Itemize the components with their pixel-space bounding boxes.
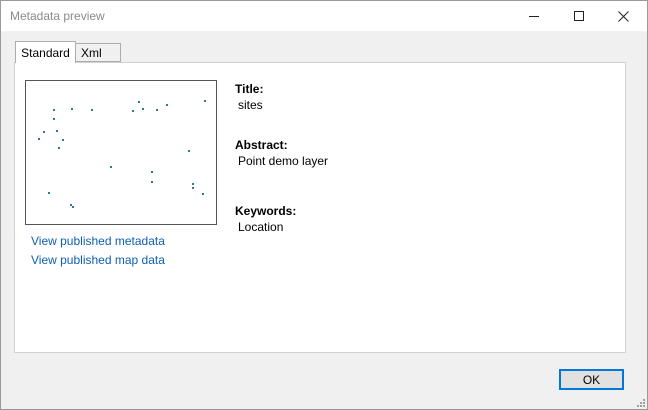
map-point <box>56 130 58 132</box>
map-point <box>132 110 134 112</box>
abstract-value: Point demo layer <box>238 154 329 168</box>
map-preview-thumbnail <box>25 80 217 225</box>
minimize-button[interactable] <box>511 1 556 31</box>
map-point <box>110 166 112 168</box>
keywords-label: Keywords: <box>235 204 297 218</box>
metadata-preview-window: Metadata preview Standard Xml View publi… <box>0 0 648 410</box>
map-point <box>43 131 45 133</box>
map-point <box>188 150 190 152</box>
map-point <box>72 206 74 208</box>
map-point <box>204 100 206 102</box>
title-label: Title: <box>235 82 264 96</box>
resize-grip-icon[interactable] <box>635 397 645 407</box>
map-point <box>53 118 55 120</box>
view-published-metadata-link[interactable]: View published metadata <box>31 234 165 248</box>
keywords-value: Location <box>238 220 284 234</box>
minimize-icon <box>528 15 539 17</box>
map-point <box>38 138 40 140</box>
map-point <box>53 109 55 111</box>
map-point <box>156 109 158 111</box>
map-point <box>151 181 153 183</box>
window-title: Metadata preview <box>10 9 105 23</box>
map-point <box>62 139 64 141</box>
map-point <box>151 171 153 173</box>
map-point <box>192 183 194 185</box>
map-point <box>192 187 194 189</box>
maximize-button[interactable] <box>556 1 601 31</box>
map-point <box>71 108 73 110</box>
tab-xml[interactable]: Xml <box>76 43 121 62</box>
map-point <box>166 104 168 106</box>
map-point <box>202 193 204 195</box>
abstract-label: Abstract: <box>235 138 288 152</box>
close-icon <box>618 10 629 22</box>
map-point <box>138 101 140 103</box>
tab-standard[interactable]: Standard <box>15 41 76 63</box>
map-point <box>58 147 60 149</box>
map-point <box>70 204 72 206</box>
title-bar[interactable]: Metadata preview <box>1 1 647 31</box>
maximize-icon <box>573 11 584 21</box>
view-published-map-data-link[interactable]: View published map data <box>31 253 165 267</box>
close-button[interactable] <box>601 1 646 31</box>
ok-button[interactable]: OK <box>559 369 624 390</box>
map-preview-points <box>38 100 206 208</box>
map-point <box>142 108 144 110</box>
map-point <box>91 109 93 111</box>
title-value: sites <box>238 98 263 112</box>
standard-tab-panel: View published metadata View published m… <box>14 62 626 353</box>
map-point <box>48 192 50 194</box>
